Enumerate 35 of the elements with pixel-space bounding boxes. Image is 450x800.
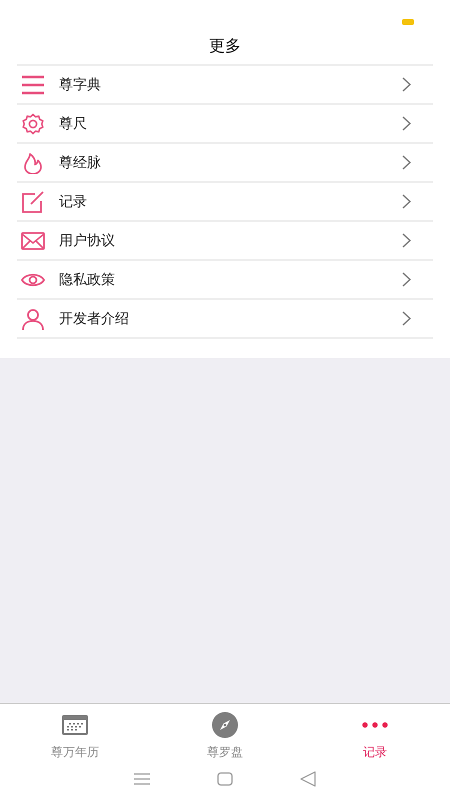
menu-item-label: 记录 (59, 192, 88, 210)
chevron-icon (402, 155, 411, 170)
menu-item[interactable]: 隐私政策 (17, 261, 433, 300)
menu-item[interactable]: 尊经脉 (17, 144, 433, 183)
chevron-icon (402, 194, 411, 209)
menu-item[interactable]: 记录 (17, 183, 433, 222)
menu-item-label: 尊字典 (59, 76, 102, 94)
person-icon (21, 308, 45, 330)
compass-icon (212, 712, 238, 738)
gear-icon (21, 112, 45, 134)
back-icon[interactable] (300, 771, 316, 787)
menu-item[interactable]: 开发者介绍 (17, 300, 433, 339)
menu-icon[interactable] (134, 773, 150, 785)
menu-item[interactable]: 尊字典 (17, 66, 433, 105)
mail-icon (21, 230, 45, 252)
more-icon (362, 722, 388, 728)
edit-icon (21, 190, 45, 212)
home-icon[interactable] (216, 772, 233, 786)
status-indicator (402, 19, 414, 25)
menu-item-label: 用户协议 (59, 232, 116, 250)
menu-icon (21, 74, 45, 96)
chevron-icon (402, 233, 411, 248)
chevron-icon (402, 116, 411, 131)
menu-item-label: 尊尺 (59, 114, 88, 132)
menu-item-label: 开发者介绍 (59, 310, 130, 328)
calendar-icon (62, 715, 88, 735)
chevron-icon (402, 311, 411, 326)
menu-item-label: 隐私政策 (59, 270, 116, 288)
menu-item[interactable]: 用户协议 (17, 222, 433, 261)
chevron-icon (402, 272, 411, 287)
page-title: 更多 (208, 35, 242, 57)
chevron-icon (402, 77, 411, 92)
flame-icon (21, 152, 45, 174)
menu-item[interactable]: 尊尺 (17, 105, 433, 144)
menu-item-label: 尊经脉 (59, 154, 102, 172)
